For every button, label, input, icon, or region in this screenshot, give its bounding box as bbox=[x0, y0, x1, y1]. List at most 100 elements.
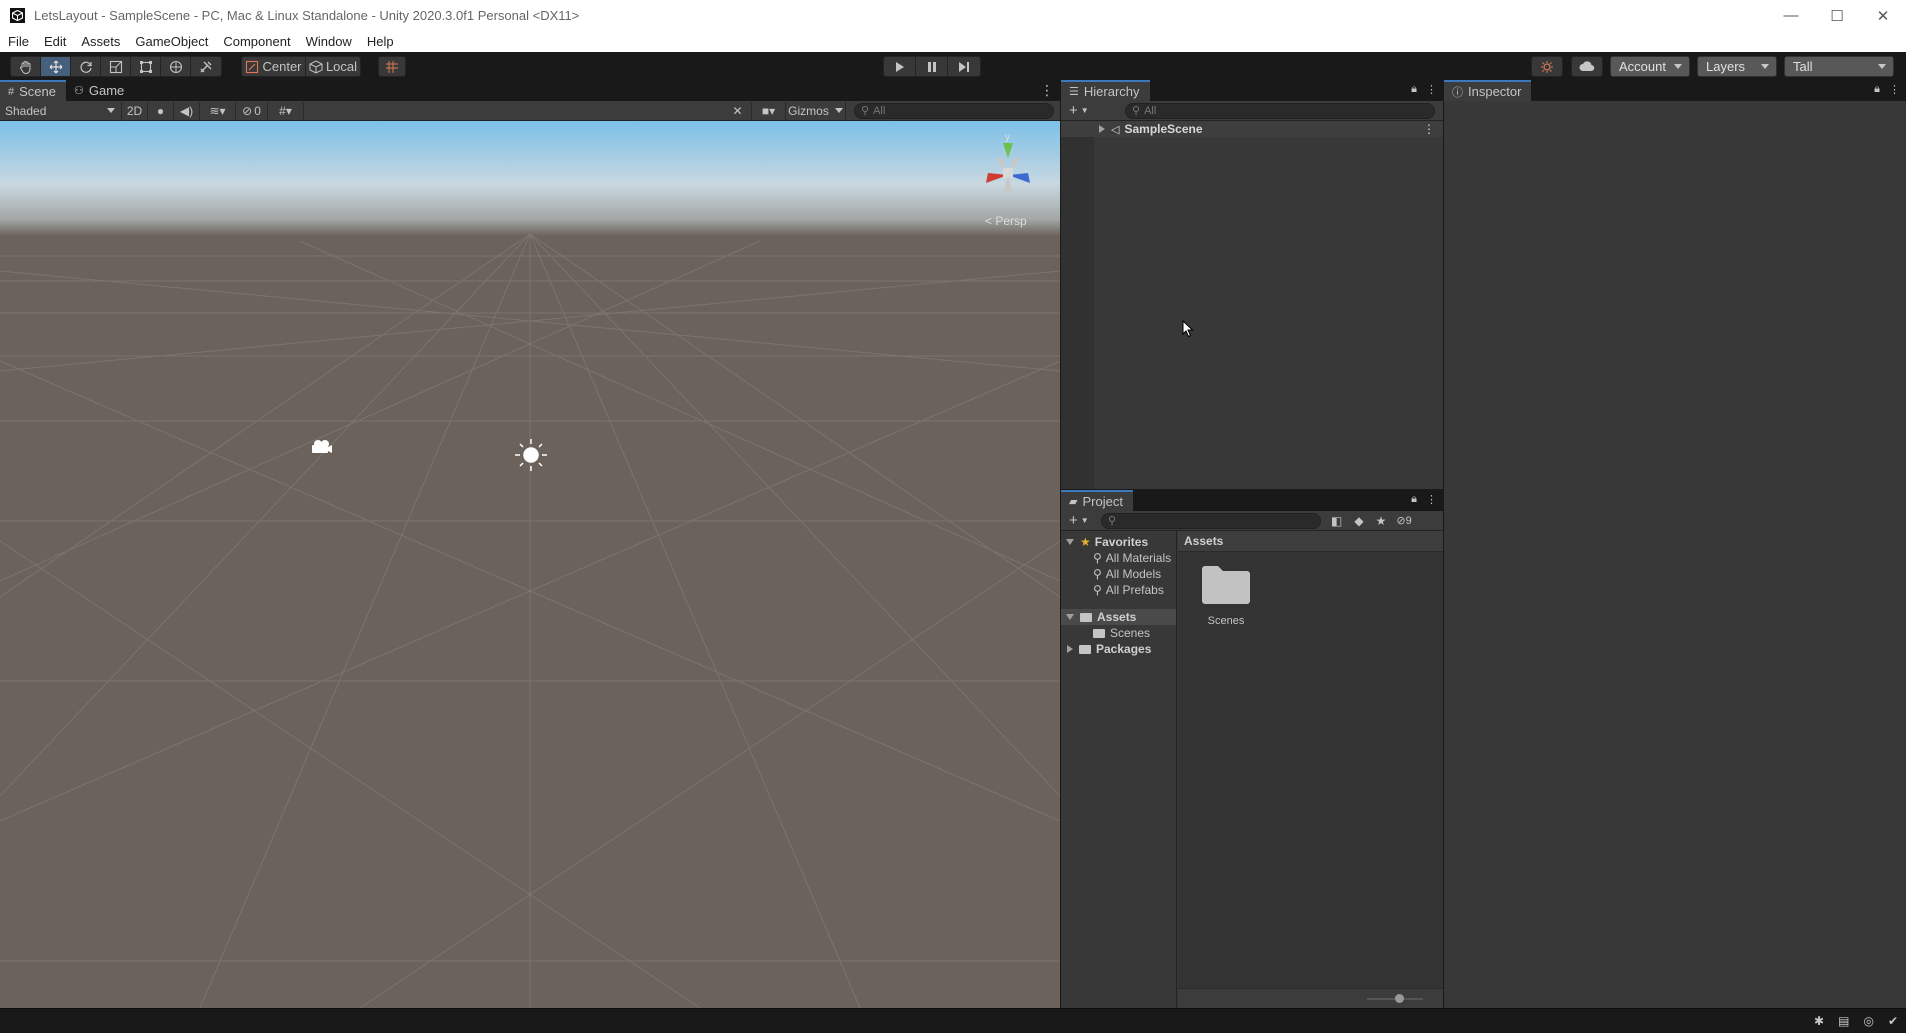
menu-component[interactable]: Component bbox=[215, 34, 297, 49]
hierarchy-search-input[interactable]: ⚲ All bbox=[1125, 102, 1435, 119]
expand-arrow-icon[interactable] bbox=[1066, 539, 1074, 545]
lock-icon[interactable]: 🔒︎ bbox=[1411, 83, 1417, 96]
cache-server-icon[interactable]: ▤ bbox=[1838, 1014, 1849, 1028]
expand-arrow-icon[interactable] bbox=[1066, 614, 1074, 620]
tree-all-materials[interactable]: ⚲ All Materials bbox=[1061, 550, 1176, 566]
step-button[interactable] bbox=[948, 57, 980, 76]
project-assets-view[interactable]: Assets Scenes bbox=[1178, 531, 1443, 1008]
project-search-input[interactable]: ⚲ bbox=[1101, 512, 1321, 529]
list-icon: ☰ bbox=[1069, 86, 1079, 98]
hand-tool-button[interactable] bbox=[11, 57, 41, 76]
space-label: Local bbox=[325, 59, 358, 74]
tab-game[interactable]: ⚇ Game bbox=[66, 80, 134, 101]
scene-viewport[interactable]: y < Persp bbox=[0, 121, 1060, 1008]
tab-hierarchy[interactable]: ☰ Hierarchy bbox=[1061, 80, 1150, 101]
kebab-menu-icon[interactable]: ⋮ bbox=[1040, 82, 1054, 99]
hidden-objects-toggle[interactable]: ⊘ 0 bbox=[236, 101, 268, 120]
menu-help[interactable]: Help bbox=[359, 34, 401, 49]
hierarchy-scene-row[interactable]: ◁ SampleScene ⋮ bbox=[1061, 121, 1443, 137]
auto-generate-lighting-icon[interactable]: ◎ bbox=[1863, 1014, 1873, 1028]
chevron-down-icon bbox=[1761, 64, 1769, 69]
cloud-button[interactable] bbox=[1572, 57, 1602, 76]
tree-favorites[interactable]: ★ Favorites bbox=[1061, 534, 1176, 550]
filter-by-type-icon[interactable]: ◧ bbox=[1331, 514, 1342, 528]
icon-size-slider[interactable] bbox=[1367, 994, 1423, 1003]
favorite-star-icon[interactable]: ★ bbox=[1376, 514, 1387, 528]
scene-tabbar: # Scene ⚇ Game ⋮ bbox=[0, 80, 1060, 101]
kebab-menu-icon[interactable]: ⋮ bbox=[1426, 83, 1437, 96]
transform-tool-button[interactable] bbox=[161, 57, 191, 76]
asset-tile-scenes[interactable]: Scenes bbox=[1198, 563, 1254, 627]
hierarchy-tree[interactable]: ◁ SampleScene ⋮ bbox=[1061, 121, 1443, 489]
collab-icon bbox=[1541, 60, 1553, 73]
hidden-packages-toggle[interactable]: ⊘9 bbox=[1396, 514, 1411, 527]
kebab-menu-icon[interactable]: ⋮ bbox=[1426, 493, 1437, 506]
scenes-folder-label: Scenes bbox=[1110, 626, 1151, 640]
slider-handle[interactable] bbox=[1395, 994, 1404, 1003]
rotate-tool-button[interactable] bbox=[71, 57, 101, 76]
lock-icon[interactable]: 🔒︎ bbox=[1874, 83, 1880, 96]
lighting-toggle[interactable]: ● bbox=[148, 101, 174, 120]
lock-icon[interactable]: 🔒︎ bbox=[1411, 493, 1417, 506]
kebab-menu-icon[interactable]: ⋮ bbox=[1889, 83, 1900, 96]
gizmo-axis-y: y bbox=[1005, 132, 1010, 143]
gizmos-dropdown[interactable]: Gizmos bbox=[786, 101, 846, 120]
pivot-space-toggle[interactable]: Local bbox=[306, 57, 360, 76]
breadcrumb-assets[interactable]: Assets bbox=[1184, 534, 1223, 548]
folder-open-icon bbox=[1080, 612, 1092, 622]
expand-arrow-icon[interactable] bbox=[1067, 645, 1073, 653]
collab-button[interactable] bbox=[1532, 57, 1562, 76]
tree-scenes[interactable]: Scenes bbox=[1061, 625, 1176, 641]
tree-all-prefabs[interactable]: ⚲ All Prefabs bbox=[1061, 582, 1176, 598]
unity-logo-icon bbox=[10, 8, 25, 23]
minimize-button[interactable]: — bbox=[1768, 0, 1814, 31]
account-dropdown[interactable]: Account bbox=[1610, 56, 1690, 77]
maximize-button[interactable]: ☐ bbox=[1814, 0, 1860, 31]
tree-assets[interactable]: Assets bbox=[1061, 609, 1176, 625]
create-dropdown[interactable]: + ▼ bbox=[1069, 102, 1093, 119]
rect-tool-button[interactable] bbox=[131, 57, 161, 76]
play-button[interactable] bbox=[884, 57, 916, 76]
persp-label[interactable]: < Persp bbox=[985, 214, 1027, 228]
main-toolbar: Center Local Account Layers Tall bbox=[0, 52, 1906, 80]
kebab-menu-icon[interactable]: ⋮ bbox=[1423, 122, 1435, 136]
filter-by-label-icon[interactable]: ◆ bbox=[1354, 514, 1363, 528]
tab-inspector[interactable]: ⓘ Inspector bbox=[1444, 80, 1532, 101]
mode-2d-toggle[interactable]: 2D bbox=[122, 101, 148, 120]
pivot-center-toggle[interactable]: Center bbox=[242, 57, 306, 76]
menu-gameobject[interactable]: GameObject bbox=[127, 34, 215, 49]
menu-assets[interactable]: Assets bbox=[73, 34, 127, 49]
debug-icon[interactable]: ✱ bbox=[1814, 1014, 1824, 1028]
shading-mode-dropdown[interactable]: Shaded bbox=[0, 101, 122, 120]
folder-icon bbox=[1201, 563, 1251, 605]
mode-2d-label: 2D bbox=[126, 103, 143, 118]
project-panel: ▰ Project 🔒︎ ⋮ + ▼ ⚲ ◧ ◆ ★ ⊘9 ★ Favorites… bbox=[1061, 490, 1443, 1008]
collab-group bbox=[1531, 56, 1563, 77]
tree-packages[interactable]: Packages bbox=[1061, 641, 1176, 657]
grid-dropdown[interactable]: #▾ bbox=[268, 101, 304, 120]
tree-all-models[interactable]: ⚲ All Models bbox=[1061, 566, 1176, 582]
scene-search-input[interactable]: ⚲ All bbox=[854, 102, 1054, 119]
close-button[interactable]: ✕ bbox=[1860, 0, 1906, 31]
tab-scene[interactable]: # Scene bbox=[0, 80, 66, 101]
tab-project[interactable]: ▰ Project bbox=[1061, 490, 1133, 511]
menu-window[interactable]: Window bbox=[298, 34, 359, 49]
grid-snap-button[interactable] bbox=[379, 57, 405, 76]
audio-toggle[interactable]: ◀) bbox=[174, 101, 200, 120]
camera-dropdown[interactable]: ■▾ bbox=[752, 101, 786, 120]
scene-render: y < Persp bbox=[0, 121, 1060, 1008]
layout-dropdown[interactable]: Tall bbox=[1784, 56, 1894, 77]
tab-hierarchy-label: Hierarchy bbox=[1083, 84, 1140, 99]
effects-dropdown[interactable]: ≋▾ bbox=[200, 101, 236, 120]
custom-tool-button[interactable] bbox=[191, 57, 221, 76]
status-ok-icon[interactable]: ✔ bbox=[1888, 1014, 1898, 1028]
scale-tool-button[interactable] bbox=[101, 57, 131, 76]
menu-file[interactable]: File bbox=[0, 34, 36, 49]
expand-arrow-icon[interactable] bbox=[1099, 125, 1105, 133]
tools-toggle[interactable]: ✕ bbox=[724, 101, 752, 120]
move-tool-button[interactable] bbox=[41, 57, 71, 76]
pause-button[interactable] bbox=[916, 57, 948, 76]
menu-edit[interactable]: Edit bbox=[36, 34, 73, 49]
create-dropdown[interactable]: + ▼ bbox=[1069, 512, 1093, 529]
layers-dropdown[interactable]: Layers bbox=[1697, 56, 1777, 77]
